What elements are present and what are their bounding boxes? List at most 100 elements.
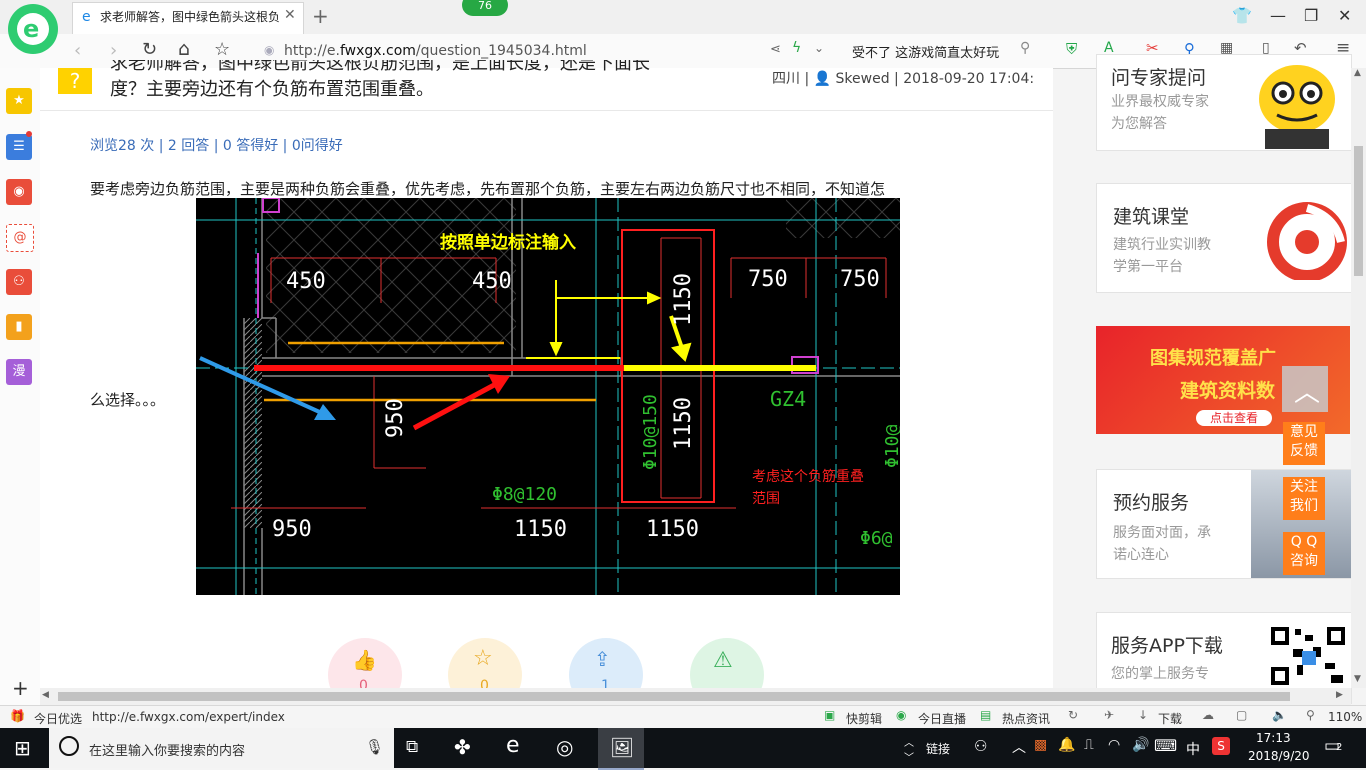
scroll-up-icon[interactable]: ▲ [1354, 68, 1361, 78]
bell-icon[interactable]: 🔔 [1058, 737, 1075, 753]
notification-badge[interactable]: 76 [462, 0, 508, 16]
people-icon[interactable]: ⚇ [974, 737, 987, 755]
tab-title: 求老师解答，图中绿色箭头这根负 [100, 10, 281, 24]
swirl-app-icon[interactable]: ◎ [556, 735, 573, 759]
ask-expert-card[interactable]: 问专家提问 业界最权威专家 为您解答 [1096, 54, 1352, 151]
close-window-icon[interactable]: ✕ [1338, 6, 1351, 25]
annotation-top: 按照单边标注输入 [440, 232, 576, 253]
up-arrow-icon: ︿ [1294, 378, 1321, 408]
thumbs-up-icon: 👍 [352, 648, 377, 672]
ime-indicator[interactable]: 中 [1186, 739, 1200, 759]
url-field[interactable]: http://e.fwxgx.com/question_1945034.html [284, 43, 587, 59]
refresh-status-icon[interactable]: ↻ [1068, 708, 1078, 722]
fan-app-icon[interactable]: ✤ [454, 735, 471, 759]
news-list-icon[interactable]: ☰ [6, 134, 32, 160]
add-sidebar-icon[interactable]: + [12, 676, 29, 700]
status-item[interactable]: 今日直播 [918, 710, 966, 727]
scroll-left-icon[interactable]: ◀ [42, 690, 49, 700]
cad-screenshot[interactable]: 按照单边标注输入 考虑这个负筋重叠 范围 450 450 750 750 115… [196, 198, 900, 595]
favorite-star-icon[interactable]: ☆ [214, 39, 230, 60]
scroll-down-icon[interactable]: ▼ [1354, 674, 1361, 684]
daily-pick-link[interactable]: 今日优选 [34, 710, 82, 727]
dropdown-chevron-icon[interactable]: ⌄ [814, 41, 824, 55]
banner-cta[interactable]: 点击查看 [1196, 410, 1273, 426]
status-item[interactable]: 下载 [1158, 710, 1182, 727]
follow-us-button[interactable]: 关注 我们 [1283, 477, 1325, 520]
status-item[interactable]: 快剪辑 [846, 710, 882, 727]
restore-icon[interactable]: ❐ [1304, 6, 1318, 25]
email-icon[interactable]: @ [6, 224, 34, 252]
network-icon[interactable]: ⎍ [1084, 737, 1094, 753]
qq-consult-button[interactable]: Q Q 咨询 [1283, 532, 1325, 575]
novel-icon[interactable]: ▮ [6, 314, 32, 340]
tray-app-icon[interactable]: ▩ [1034, 737, 1047, 753]
favorites-star-icon[interactable]: ★ [6, 88, 32, 114]
taskbar-search-placeholder: 在这里输入你要搜索的内容 [89, 744, 246, 759]
ie-browser-icon[interactable]: e [506, 733, 520, 758]
search-box[interactable]: 受不了 这游戏简直太好玩 [852, 42, 999, 61]
window-icon[interactable]: ▢ [1236, 708, 1247, 722]
horizontal-scroll-thumb[interactable] [58, 692, 1290, 701]
tab-close-icon[interactable]: ✕ [284, 7, 296, 23]
status-item[interactable]: 热点资讯 [1002, 710, 1050, 727]
forward-icon[interactable]: › [110, 40, 117, 61]
wifi-icon[interactable]: ◠ [1108, 737, 1120, 753]
app-download-title: 服务APP下载 [1111, 635, 1223, 657]
vertical-scroll-thumb[interactable] [1354, 146, 1363, 276]
feedback-button[interactable]: 意见 反馈 [1283, 422, 1325, 465]
windows-start-icon[interactable]: ⊞ [14, 736, 31, 760]
tray-link-label[interactable]: 链接 [926, 740, 950, 757]
cloud-icon[interactable]: ☁ [1202, 708, 1214, 722]
tray-chevron-icon[interactable]: ︿ [1012, 737, 1026, 757]
skin-icon[interactable]: 👕 [1232, 6, 1252, 25]
question-body-line-2: 么选择。。。 [90, 391, 166, 409]
speaker-icon[interactable]: 🔊 [1132, 737, 1149, 753]
lightning-icon[interactable]: ϟ [792, 40, 801, 56]
vertical-scrollbar[interactable]: ▲ ▼ [1351, 68, 1366, 688]
scroll-right-icon[interactable]: ▶ [1336, 690, 1343, 700]
tray-expand-icon[interactable]: ︿ ﹀ [904, 734, 914, 764]
hover-url: http://e.fwxgx.com/expert/index [92, 710, 285, 724]
new-tab-icon[interactable]: + [312, 4, 329, 28]
clock-date[interactable]: 2018/9/20 [1248, 749, 1310, 763]
search-icon[interactable]: ⚲ [1020, 40, 1030, 56]
tab-bar: e e 求老师解答，图中绿色箭头这根负 ✕ + 76 👕 — ❐ ✕ [0, 0, 1366, 54]
keyboard-icon[interactable]: ⌨ [1154, 736, 1177, 755]
zoom-icon[interactable]: ⚲ [1306, 708, 1315, 722]
sogou-ime-icon[interactable]: S [1212, 737, 1230, 755]
taskbar-search-box[interactable]: 在这里输入你要搜索的内容 🎙 [49, 728, 394, 768]
task-view-icon[interactable]: ⧉ [406, 737, 418, 757]
manga-icon[interactable]: 漫 [6, 359, 32, 385]
back-to-top-button[interactable]: ︿ [1282, 366, 1328, 412]
back-icon[interactable]: ‹ [74, 40, 81, 61]
clock-time[interactable]: 17:13 [1256, 731, 1291, 745]
volume-icon[interactable]: 🔈 [1272, 708, 1287, 722]
news-icon: ▤ [980, 708, 992, 722]
browser-logo[interactable]: e [8, 4, 58, 54]
share-icon[interactable]: ⋖ [770, 42, 781, 57]
follow-line-1: 关注 [1290, 479, 1318, 495]
tab-favicon-icon: e [82, 9, 91, 25]
pin-icon[interactable]: ✈ [1104, 708, 1114, 722]
zoom-level[interactable]: 110% [1328, 710, 1362, 724]
qr-code-icon [1269, 625, 1347, 687]
horizontal-scrollbar[interactable]: ◀ ▶ [40, 688, 1351, 705]
weibo-icon[interactable]: ◉ [6, 179, 32, 205]
notification-count: 2 [1336, 742, 1343, 753]
shield-icon[interactable]: ⛨ [1066, 40, 1077, 58]
author-name[interactable]: Skewed [836, 71, 890, 87]
question-body-line-1: 要考虑旁边负筋范围，主要是两种负筋会重叠，优先考虑，先布置那个负筋，主要左右两边… [90, 180, 886, 198]
expert-mascot-icon [1247, 59, 1343, 149]
paint-app-icon: 🖼 [610, 737, 635, 759]
home-icon[interactable]: ⌂ [178, 38, 190, 60]
rebar-label: Φ10@ [882, 424, 900, 468]
taskbar: ⊞ 在这里输入你要搜索的内容 🎙 ⧉ ✤ e ◎ 🖼 ︿ ﹀ 链接 ⚇ ︿ ▩ 🔔… [0, 728, 1366, 770]
microphone-icon[interactable]: 🎙 [365, 738, 384, 756]
minimize-icon[interactable]: — [1270, 6, 1286, 25]
game-icon[interactable]: ⚇ [6, 269, 32, 295]
qq-line-2: 咨询 [1290, 553, 1318, 569]
refresh-icon[interactable]: ↻ [142, 39, 157, 60]
active-app-highlight[interactable]: 🖼 [598, 728, 644, 770]
follow-line-2: 我们 [1290, 498, 1318, 514]
building-class-card[interactable]: 建筑课堂 建筑行业实训教 学第一平台 [1096, 183, 1352, 293]
